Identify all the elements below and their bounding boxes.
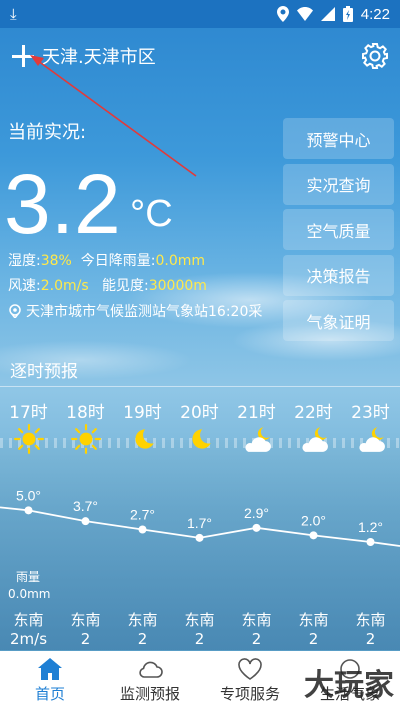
wind-direction-row: 东南 东南 东南 东南 东南 东南 东南 [0, 609, 400, 631]
weather-app: ⤓ 4:22 天津.天津市区 当前实况: 3.2 °C 湿度:38% 今日降雨量… [0, 0, 400, 710]
temperature-data-label: 3.7° [73, 498, 98, 514]
temperature-point [24, 506, 33, 515]
current-conditions-label: 当前实况: [8, 122, 87, 143]
wind-visibility-row: 风速:2.0m/s 能见度:30000m [8, 275, 207, 295]
hourly-rain-label: 雨量 [16, 570, 41, 584]
temperature-data-label: 1.7° [187, 515, 212, 531]
hour-label: 17时 [9, 403, 48, 423]
tab-home[interactable]: 首页 [0, 651, 100, 710]
decision-report-button[interactable]: 决策报告 [283, 254, 394, 296]
tab-services[interactable]: 专项服务 [200, 651, 300, 710]
annotation-arrow [30, 55, 197, 177]
temperature-data-label: 2.0° [301, 512, 326, 528]
hourly-rain-value: 0.0mm [8, 587, 51, 601]
cloudy-night-icon [228, 424, 285, 454]
tab-services-label: 专项服务 [219, 685, 280, 703]
add-city-icon[interactable] [10, 43, 36, 69]
cloudy-night-icon [342, 424, 399, 454]
clock: 4:22 [360, 5, 390, 23]
wind-direction: 东南 [70, 611, 101, 629]
wind-speed: 2 [251, 630, 262, 648]
status-bar: ⤓ 4:22 [0, 0, 400, 28]
visibility-label: 能见度: [102, 278, 149, 294]
wind-direction: 东南 [127, 611, 158, 629]
temperature-point [81, 517, 90, 526]
battery-icon [342, 6, 353, 22]
hour-label: 19时 [123, 403, 162, 423]
humidity-value: 38% [40, 253, 72, 269]
temperature-data-label: 5.0° [16, 487, 41, 503]
temperature-point [138, 525, 147, 534]
temperature-point [252, 523, 261, 532]
temperature-point [309, 531, 318, 540]
moon-icon [114, 424, 171, 454]
warning-center-button[interactable]: 预警中心 [283, 118, 394, 159]
visibility-value: 30000m [148, 278, 207, 294]
wind-speed-row: 2m/s 2 2 2 2 2 2 [0, 630, 400, 652]
home-icon [38, 658, 62, 680]
hourly-forecast-title: 逐时预报 [10, 362, 78, 382]
temperature-data-label: 1.2° [358, 519, 383, 535]
temperature-data-label: 2.7° [130, 507, 155, 523]
cloudy-night-icon [285, 424, 342, 454]
rain-label: 今日降雨量: [80, 253, 156, 269]
humidity-rain-row: 湿度:38% 今日降雨量:0.0mm [8, 250, 205, 270]
hour-label: 18时 [66, 403, 105, 423]
sun-icon [57, 424, 114, 454]
temperature-data-label: 2.9° [244, 505, 269, 521]
hour-label: 20时 [180, 403, 219, 423]
signal-icon [320, 7, 335, 21]
rain-value: 0.0mm [155, 253, 206, 269]
temperature-unit: °C [130, 193, 173, 235]
hour-label: 23时 [351, 403, 390, 423]
hourly-icons [0, 424, 400, 454]
live-query-button[interactable]: 实况查询 [283, 163, 394, 205]
wind-speed: 2m/s [9, 630, 48, 648]
tab-monitoring[interactable]: 监测预报 [100, 651, 200, 710]
weather-certificate-button[interactable]: 气象证明 [283, 300, 394, 341]
station-info: 天津市城市气候监测站气象站16:20采 [26, 304, 263, 320]
current-temperature: 3.2 [4, 157, 121, 251]
hour-label: 21时 [237, 403, 276, 423]
humidity-label: 湿度: [8, 253, 41, 269]
hourly-times: 17时 18时 19时 20时 21时 22时 23时 [0, 398, 400, 424]
header: 天津.天津市区 [0, 28, 400, 84]
wind-direction: 东南 [355, 611, 386, 629]
temperature-point [195, 533, 204, 542]
side-menu: 预警中心 实况查询 空气质量 决策报告 气象证明 [283, 118, 394, 346]
wifi-icon [296, 7, 313, 21]
location-icon [276, 6, 289, 22]
settings-gear-icon[interactable] [360, 41, 390, 71]
wind-direction: 东南 [13, 611, 44, 629]
wind-direction: 东南 [298, 611, 329, 629]
download-icon: ⤓ [10, 5, 17, 23]
hour-label: 22时 [294, 403, 333, 423]
city-name[interactable]: 天津.天津市区 [42, 43, 156, 69]
tab-home-label: 首页 [34, 685, 65, 703]
watermark-logo: 大玩家 [304, 668, 394, 703]
sun-icon [0, 424, 57, 454]
wind-direction: 东南 [184, 611, 215, 629]
wind-value: 2.0m/s [40, 278, 89, 294]
wind-label: 风速: [8, 278, 41, 294]
wind-direction: 东南 [241, 611, 272, 629]
station-row: 天津市城市气候监测站气象站16:20采 [8, 301, 262, 321]
tab-monitoring-label: 监测预报 [119, 685, 180, 703]
location-pin-icon [9, 304, 21, 318]
cloud-icon [139, 661, 163, 678]
divider [0, 386, 400, 387]
temperature-point [366, 538, 375, 546]
wind-speed: 2 [194, 630, 205, 648]
heart-icon [238, 658, 262, 680]
wind-speed: 2 [308, 630, 319, 648]
wind-speed: 2 [137, 630, 148, 648]
air-quality-button[interactable]: 空气质量 [283, 209, 394, 250]
wind-speed: 2 [365, 630, 376, 648]
temperature-line-chart: 5.0° 3.7° 2.7° 1.7° 2.9° 2.0° 1.2° [0, 487, 400, 547]
moon-icon [171, 424, 228, 454]
wind-speed: 2 [80, 630, 91, 648]
